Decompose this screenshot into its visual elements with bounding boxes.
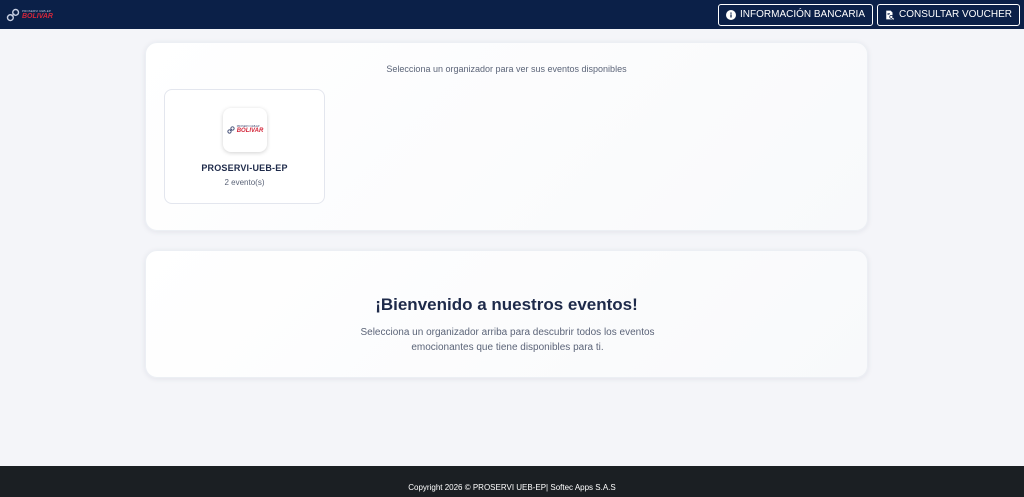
welcome-card: ¡Bienvenido a nuestros eventos! Seleccio… <box>145 250 868 378</box>
top-navbar: PROSERVI UEB-EP BOLIVAR INFORMACIÓN BANC… <box>0 0 1024 29</box>
organizers-card: Selecciona un organizador para ver sus e… <box>145 42 868 231</box>
organizer-logo-mark: PROSERVI UEB-EP BOLIVAR <box>227 125 264 135</box>
organizer-name: PROSERVI-UEB-EP <box>201 163 288 173</box>
top-nav-actions: INFORMACIÓN BANCARIA CONSULTAR VOUCHER <box>718 3 1020 26</box>
link-chain-icon <box>227 126 235 134</box>
welcome-text: Selecciona un organizador arriba para de… <box>360 327 655 353</box>
document-search-icon <box>886 10 895 20</box>
consult-voucher-label: CONSULTAR VOUCHER <box>899 9 1012 20</box>
organizer-event-count: 2 evento(s) <box>224 178 265 187</box>
footer-copyright: Copyright 2026 © PROSERVI UEB-EP| Softec… <box>408 483 616 492</box>
bank-info-label: INFORMACIÓN BANCARIA <box>740 9 866 20</box>
welcome-title: ¡Bienvenido a nuestros eventos! <box>375 295 638 314</box>
info-circle-icon <box>726 9 736 20</box>
page-footer: Copyright 2026 © PROSERVI UEB-EP| Softec… <box>0 466 1024 497</box>
organizers-hint: Selecciona un organizador para ver sus e… <box>386 64 627 74</box>
organizer-logo-name-text: BOLIVAR <box>236 128 264 135</box>
brand-name-text: BOLIVAR <box>22 12 53 20</box>
brand-logo[interactable]: PROSERVI UEB-EP BOLIVAR <box>6 5 53 25</box>
link-chain-icon <box>6 8 20 21</box>
organizer-logo: PROSERVI UEB-EP BOLIVAR <box>223 108 267 152</box>
brand-text: PROSERVI UEB-EP BOLIVAR <box>22 9 53 20</box>
bank-info-button[interactable]: INFORMACIÓN BANCARIA <box>718 3 874 26</box>
organizer-logo-text: PROSERVI UEB-EP BOLIVAR <box>236 125 264 135</box>
consult-voucher-button[interactable]: CONSULTAR VOUCHER <box>877 3 1020 26</box>
organizer-tile-proservi[interactable]: PROSERVI UEB-EP BOLIVAR PROSERVI-UEB-EP … <box>164 89 325 204</box>
